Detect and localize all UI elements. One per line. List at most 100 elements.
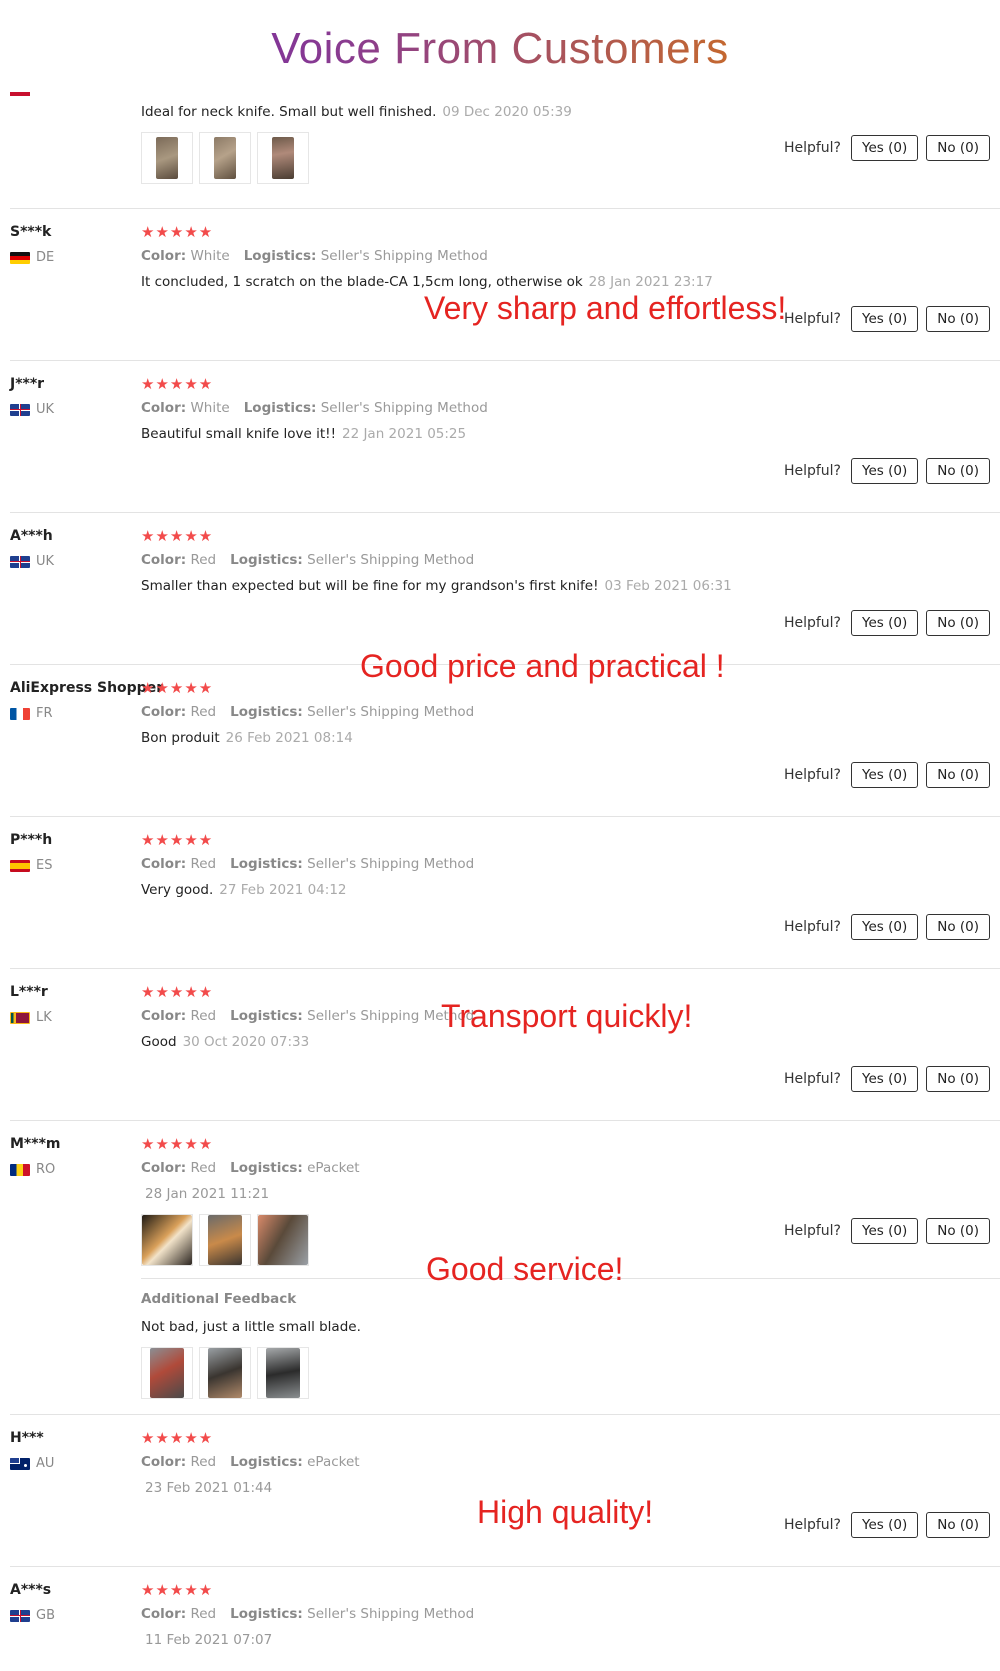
promo-caption: Transport quickly! xyxy=(441,998,693,1034)
rating-stars: ★★★★★ xyxy=(141,1429,214,1447)
promo-caption: Good service! xyxy=(426,1251,624,1287)
review-text: Beautiful small knife love it!! 22 Jan 20… xyxy=(141,426,467,442)
helpful-controls: Helpful? Yes (0) No (0) xyxy=(784,762,990,788)
no-button[interactable]: No (0) xyxy=(926,458,990,484)
no-button[interactable]: No (0) xyxy=(926,914,990,940)
reviewer-name: J***r xyxy=(10,376,45,392)
partial-flag-icon xyxy=(10,92,30,96)
helpful-controls: Helpful? Yes (0) No (0) xyxy=(784,1218,990,1244)
flag-gb-icon xyxy=(10,1609,30,1622)
additional-photos xyxy=(141,1347,861,1399)
promo-caption: Very sharp and effortless! xyxy=(424,290,787,326)
helpful-controls: Helpful? Yes (0) No (0) xyxy=(784,306,990,332)
divider xyxy=(10,1566,1000,1567)
review-photo[interactable] xyxy=(257,1347,309,1399)
review-meta: Color: Red Logistics: Seller's Shipping M… xyxy=(141,1606,475,1622)
review-text: Bon produit 26 Feb 2021 08:14 xyxy=(141,730,353,746)
divider xyxy=(10,816,1000,817)
divider xyxy=(10,1414,1000,1415)
helpful-label: Helpful? xyxy=(783,463,841,479)
review-meta: Color: Red Logistics: Seller's Shipping M… xyxy=(141,552,475,568)
additional-feedback-label: Additional Feedback xyxy=(141,1291,297,1307)
review-list: Ideal for neck knife. Small but well fin… xyxy=(0,0,1000,1671)
helpful-controls: Helpful? Yes (0) No (0) xyxy=(784,458,990,484)
yes-button[interactable]: Yes (0) xyxy=(851,1218,919,1244)
flag-de-icon xyxy=(10,251,30,264)
yes-button[interactable]: Yes (0) xyxy=(851,135,919,161)
flag-ro-icon xyxy=(10,1163,30,1176)
helpful-label: Helpful? xyxy=(783,615,841,631)
no-button[interactable]: No (0) xyxy=(926,306,990,332)
reviewer-name: A***h xyxy=(10,528,53,544)
additional-feedback-text: Not bad, just a little small blade. xyxy=(141,1319,361,1335)
reviewer-country: UK xyxy=(10,402,54,417)
review-meta: Color: Red Logistics: Seller's Shipping M… xyxy=(141,856,475,872)
review-meta: Color: Red Logistics: Seller's Shipping M… xyxy=(141,704,475,720)
flag-uk-icon xyxy=(10,555,30,568)
yes-button[interactable]: Yes (0) xyxy=(851,1512,919,1538)
helpful-label: Helpful? xyxy=(783,1071,841,1087)
divider xyxy=(10,208,1000,209)
review-photo[interactable] xyxy=(141,1347,193,1399)
reviewer-name: A***s xyxy=(10,1582,52,1598)
yes-button[interactable]: Yes (0) xyxy=(851,306,919,332)
no-button[interactable]: No (0) xyxy=(926,1066,990,1092)
yes-button[interactable]: Yes (0) xyxy=(851,914,919,940)
helpful-controls: Helpful? Yes (0) No (0) xyxy=(784,135,990,161)
review-photo[interactable] xyxy=(199,1214,251,1266)
review-meta: Color: White Logistics: Seller's Shipping… xyxy=(141,400,488,416)
review-meta: Color: White Logistics: Seller's Shipping… xyxy=(141,248,488,264)
reviewer-name: L***r xyxy=(10,984,48,1000)
yes-button[interactable]: Yes (0) xyxy=(851,1066,919,1092)
review-meta: Color: Red Logistics: ePacket xyxy=(141,1160,360,1176)
divider xyxy=(10,1120,1000,1121)
review-photo[interactable] xyxy=(199,1347,251,1399)
helpful-label: Helpful? xyxy=(783,767,841,783)
divider xyxy=(10,360,1000,361)
review-text: Ideal for neck knife. Small but well fin… xyxy=(141,104,572,120)
review-photo[interactable] xyxy=(141,132,193,184)
rating-stars: ★★★★★ xyxy=(141,1135,214,1153)
review-text: Very good. 27 Feb 2021 04:12 xyxy=(141,882,347,898)
rating-stars: ★★★★★ xyxy=(141,223,214,241)
no-button[interactable]: No (0) xyxy=(926,1218,990,1244)
reviewer-country: DE xyxy=(10,250,54,265)
reviewer-country: AU xyxy=(10,1456,54,1471)
review-photo[interactable] xyxy=(257,1214,309,1266)
reviewer-country: GB xyxy=(10,1608,55,1623)
no-button[interactable]: No (0) xyxy=(926,135,990,161)
rating-stars: ★★★★★ xyxy=(141,375,214,393)
no-button[interactable]: No (0) xyxy=(926,610,990,636)
review-meta: Color: Red Logistics: ePacket xyxy=(141,1454,360,1470)
review-date: 11 Feb 2021 07:07 xyxy=(145,1632,273,1648)
review-photo[interactable] xyxy=(257,132,309,184)
review-photo[interactable] xyxy=(141,1214,193,1266)
no-button[interactable]: No (0) xyxy=(926,762,990,788)
reviewer-name: H*** xyxy=(10,1430,44,1446)
reviewer-country: LK xyxy=(10,1010,52,1025)
no-button[interactable]: No (0) xyxy=(926,1512,990,1538)
review-text: It concluded, 1 scratch on the blade-CA … xyxy=(141,274,713,290)
flag-uk-icon xyxy=(10,403,30,416)
promo-caption: High quality! xyxy=(477,1494,654,1530)
rating-stars: ★★★★★ xyxy=(141,527,214,545)
reviewer-country: UK xyxy=(10,554,54,569)
flag-au-icon xyxy=(10,1457,30,1470)
reviewer-name: P***h xyxy=(10,832,53,848)
review-photo[interactable] xyxy=(199,132,251,184)
yes-button[interactable]: Yes (0) xyxy=(851,762,919,788)
helpful-label: Helpful? xyxy=(783,1223,841,1239)
divider xyxy=(10,512,1000,513)
promo-caption: Good price and practical ! xyxy=(360,648,725,684)
helpful-label: Helpful? xyxy=(783,1517,841,1533)
rating-stars: ★★★★★ xyxy=(141,831,214,849)
helpful-label: Helpful? xyxy=(783,140,841,156)
helpful-label: Helpful? xyxy=(783,919,841,935)
yes-button[interactable]: Yes (0) xyxy=(851,458,919,484)
helpful-controls: Helpful? Yes (0) No (0) xyxy=(784,914,990,940)
helpful-controls: Helpful? Yes (0) No (0) xyxy=(784,1066,990,1092)
review-text: Good 30 Oct 2020 07:33 xyxy=(141,1034,310,1050)
helpful-controls: Helpful? Yes (0) No (0) xyxy=(784,1512,990,1538)
yes-button[interactable]: Yes (0) xyxy=(851,610,919,636)
reviewer-country: ES xyxy=(10,858,52,873)
